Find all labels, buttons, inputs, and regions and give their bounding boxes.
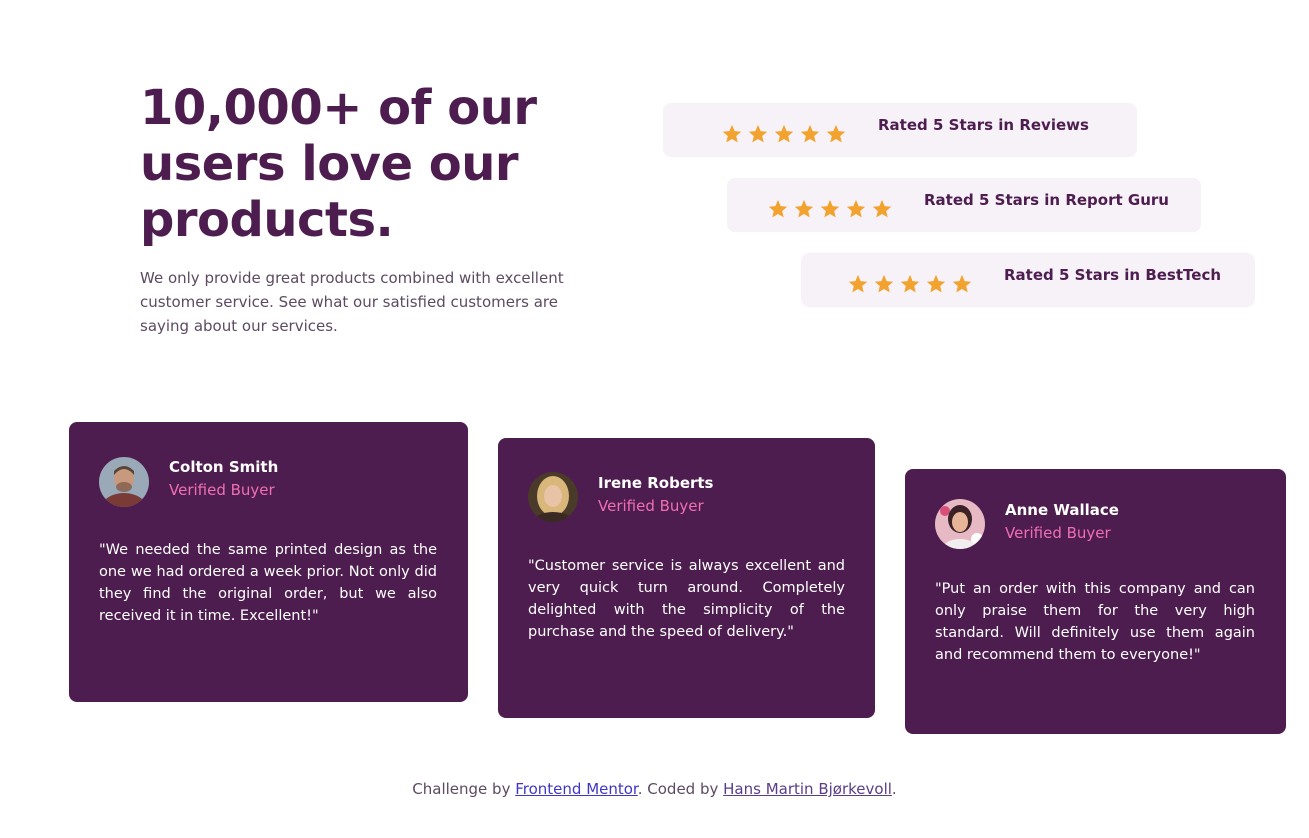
reviewer-name: Colton Smith [169,458,279,476]
star-icon [800,124,820,143]
star-icon [722,124,742,143]
star-icon [874,274,894,293]
star-icon [926,274,946,293]
star-rating [721,123,847,145]
frontend-mentor-link[interactable]: Frontend Mentor [515,780,638,798]
rating-label: Rated 5 Stars in BestTech [1004,266,1222,284]
page-title: 10,000+ of our users love our products. [140,80,537,248]
testimonial-card-colton: Colton Smith Verified Buyer "We needed t… [69,422,468,702]
star-icon [826,124,846,143]
star-icon [768,199,788,218]
reviewer-name: Anne Wallace [1005,501,1119,519]
star-icon [774,124,794,143]
rating-label: Rated 5 Stars in Report Guru [924,191,1169,209]
footer-middle: . Coded by [637,780,724,798]
star-icon [820,199,840,218]
rating-reviews: Rated 5 Stars in Reviews [663,103,1137,157]
star-icon [872,199,892,218]
star-rating [767,198,893,220]
author-link[interactable]: Hans Martin Bjørkevoll [723,780,892,798]
verified-badge: Verified Buyer [598,497,704,515]
testimonial-quote: "Put an order with this company and can … [935,581,1255,663]
intro-text: We only provide great products combined … [140,269,564,335]
testimonial-quote: "We needed the same printed design as th… [99,542,437,624]
star-icon [794,199,814,218]
star-icon [900,274,920,293]
testimonial-quote: "Customer service is always excellent an… [528,558,845,640]
rating-label: Rated 5 Stars in Reviews [878,116,1089,134]
avatar [528,472,578,522]
testimonial-card-irene: Irene Roberts Verified Buyer "Customer s… [498,438,875,718]
avatar [99,457,149,507]
verified-badge: Verified Buyer [1005,524,1111,542]
testimonials-page: 10,000+ of our users love our products. … [0,0,1309,838]
attribution-footer: Challenge by Frontend Mentor. Coded by H… [0,780,1309,798]
footer-suffix: . [891,780,897,798]
star-icon [848,274,868,293]
rating-besttech: Rated 5 Stars in BestTech [801,253,1255,307]
avatar [935,499,985,549]
footer-prefix: Challenge by [412,780,516,798]
reviewer-name: Irene Roberts [598,474,714,492]
star-rating [847,273,973,295]
verified-badge: Verified Buyer [169,481,275,499]
star-icon [748,124,768,143]
star-icon [952,274,972,293]
star-icon [846,199,866,218]
rating-report-guru: Rated 5 Stars in Report Guru [727,178,1201,232]
testimonial-card-anne: Anne Wallace Verified Buyer "Put an orde… [905,469,1286,734]
